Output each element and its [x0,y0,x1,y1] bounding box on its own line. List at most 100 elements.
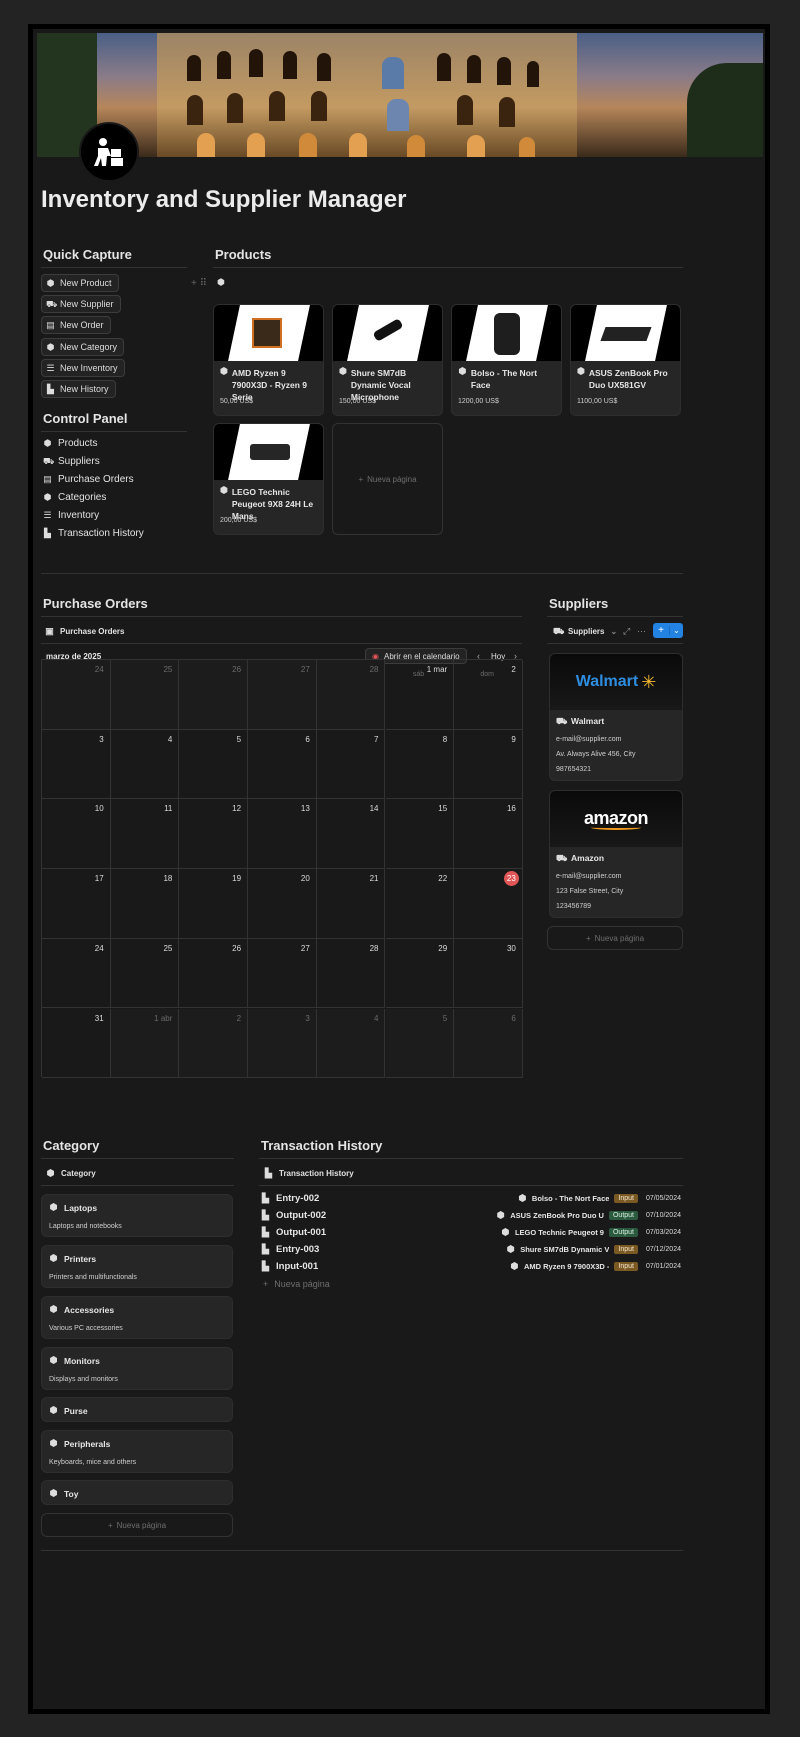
suppliers-new-page[interactable]: + Nueva página [547,926,683,950]
calendar-day-cell[interactable]: 16 [454,799,523,870]
expand-icon[interactable]: ⤢ [623,626,630,637]
category-card[interactable]: ⬢ Printers Printers and multifunctionals [41,1245,233,1288]
calendar-day-cell[interactable]: 24 [42,938,111,1009]
category-card[interactable]: ⬢ Purse [41,1397,233,1422]
suppliers-view-tab[interactable]: ⛟ Suppliers ⌄ [553,627,617,637]
transaction-row[interactable]: ▙ Entry-002 ⬢ Bolso - The Nort Face Input 07/… [261,1191,681,1207]
calendar-day-cell[interactable]: 21 [316,869,386,939]
calendar-day-cell[interactable]: 4 [110,729,180,800]
calendar-day-cell[interactable]: 25 [110,938,180,1009]
category-card[interactable]: ⬢ Peripherals Keyboards, mice and others [41,1430,233,1473]
page-title: Inventory and Supplier Manager [41,186,407,213]
nav-purchase-orders[interactable]: ▤ Purchase Orders [43,474,133,485]
calendar-day-number: 5 [236,734,242,744]
products-new-page[interactable]: + Nueva página [332,423,443,535]
product-card[interactable]: ⬢ ASUS ZenBook Pro Duo UX581GV 1100,00 US… [570,304,681,416]
calendar-day-cell[interactable]: 8 [385,729,455,800]
calendar-day-cell[interactable]: 2 [179,1008,249,1079]
category-card[interactable]: ⬢ Monitors Displays and monitors [41,1347,233,1390]
calendar-day-number: 4 [374,1013,379,1023]
calendar-day-cell[interactable]: 19 [179,869,249,939]
new-supplier-button[interactable]: ⛟ New Supplier [41,295,121,313]
calendar-day-cell[interactable]: 14 [316,799,386,870]
nav-products[interactable]: ⬢ Products [43,438,98,449]
transaction-row[interactable]: ▙ Input-001 ⬢ AMD Ryzen 9 7900X3D - Input 07/… [261,1259,681,1275]
calendar-day-cell[interactable]: 22 [385,869,455,939]
product-image [214,305,323,361]
calendar-day-number: 5 [442,1013,448,1023]
purchase-orders-view-tab[interactable]: ▣ Purchase Orders [45,626,124,637]
calendar-day-cell[interactable]: 6 [454,1008,523,1079]
nav-inventory[interactable]: ☰ Inventory [43,510,99,521]
calendar-day-cell[interactable]: 28 [316,660,386,730]
boxes-icon: ⬢ [46,341,55,352]
supplier-card[interactable]: Walmart ✳ ⛟ Walmart e-mail@supplier.com Av… [549,653,683,781]
calendar-day-cell[interactable]: 6 [248,729,317,800]
transaction-new-page[interactable]: + Nueva página [263,1279,330,1289]
nav-suppliers[interactable]: ⛟ Suppliers [43,456,100,467]
category-card[interactable]: ⬢ Laptops Laptops and notebooks [41,1194,233,1237]
transaction-row[interactable]: ▙ Output-002 ⬢ ASUS ZenBook Pro Duo U Output… [261,1208,681,1224]
calendar-day-cell[interactable]: 2 [454,660,523,730]
transaction-row[interactable]: ▙ Output-001 ⬢ LEGO Technic Peugeot 9 Output… [261,1225,681,1241]
calendar-day-number: 21 [369,874,379,884]
calendar-day-cell[interactable]: 17 [42,869,111,939]
products-heading: Products [215,247,272,262]
calendar-day-cell[interactable]: 27 [248,660,317,730]
calendar-day-cell[interactable]: 26 [179,660,249,730]
nav-transaction-history[interactable]: ▙ Transaction History [43,528,144,539]
calendar-day-cell[interactable]: 3 [42,729,111,800]
type-tag: Output [608,1228,638,1237]
calendar-day-cell[interactable]: 13 [248,799,317,870]
new-supplier-dropdown-button[interactable]: + ⌄ [653,623,683,638]
product-card[interactable]: ⬢ LEGO Technic Peugeot 9X8 24H Le Mans 20… [213,423,324,535]
product-card[interactable]: ⬢ Bolso - The Nort Face 1200,00 US$ [451,304,562,416]
nav-categories[interactable]: ⬢ Categories [43,492,107,503]
calendar-day-number: 25 [163,665,173,674]
calendar-day-cell[interactable]: 23 [454,869,523,939]
calendar-day-cell[interactable]: 12 [179,799,249,870]
transaction-row[interactable]: ▙ Entry-003 ⬢ Shure SM7dB Dynamic V Input 07/… [261,1242,681,1258]
new-inventory-button[interactable]: ☰ New Inventory [41,359,125,377]
category-card[interactable]: ⬢ Accessories Various PC accessories [41,1296,233,1339]
category-new-page[interactable]: + Nueva página [41,1513,233,1537]
add-block-handle[interactable]: + ⠿ [191,278,207,289]
category-view-tab[interactable]: ⬢ Category [46,1169,96,1179]
calendar-day-number: 22 [438,874,448,884]
product-card[interactable]: ⬢ Shure SM7dB Dynamic Vocal Microphone 15… [332,304,443,416]
calendar-day-cell[interactable]: 11 [110,799,180,870]
calendar-day-cell[interactable]: 15 [385,799,455,870]
receipt-icon: ▤ [46,319,55,330]
calendar-day-cell[interactable]: 10 [42,799,111,870]
new-history-button[interactable]: ▙ New History [41,380,116,398]
calendar-day-cell[interactable]: 3 [248,1008,317,1079]
calendar-day-cell[interactable]: 1 mar [385,660,455,730]
calendar-day-cell[interactable]: 9 [454,729,523,800]
new-product-button[interactable]: ⬢ New Product [41,274,119,292]
calendar-day-cell[interactable]: 29 [385,938,455,1009]
calendar-day-cell[interactable]: 25 [110,660,180,730]
calendar-day-cell[interactable]: 24 [42,660,111,730]
calendar-day-cell[interactable]: 28 [316,938,386,1009]
calendar-day-cell[interactable]: 26 [179,938,249,1009]
category-card[interactable]: ⬢ Toy [41,1480,233,1505]
history-icon: ▙ [262,1210,269,1220]
new-order-button[interactable]: ▤ New Order [41,316,111,334]
calendar-day-cell[interactable]: 20 [248,869,317,939]
calendar-day-cell[interactable]: 18 [110,869,180,939]
calendar-day-cell[interactable]: 30 [454,938,523,1009]
product-card[interactable]: ⬢ AMD Ryzen 9 7900X3D - Ryzen 9 Serie 50,… [213,304,324,416]
calendar-day-cell[interactable]: 1 abr [110,1008,180,1079]
calendar-icon: ▣ [45,626,54,636]
calendar-day-cell[interactable]: 5 [179,729,249,800]
supplier-card[interactable]: amazon ⛟ Amazon e-mail@supplier.com 123 F… [549,790,683,918]
calendar-day-cell[interactable]: 4 [316,1008,386,1079]
products-view-icon[interactable]: ⬢ [217,277,225,288]
calendar-day-cell[interactable]: 31 [42,1008,111,1079]
more-icon[interactable]: ··· [637,626,646,636]
calendar-day-cell[interactable]: 27 [248,938,317,1009]
calendar-day-cell[interactable]: 5 [385,1008,455,1079]
calendar-day-cell[interactable]: 7 [316,729,386,800]
new-category-button[interactable]: ⬢ New Category [41,338,125,356]
transaction-history-view-tab[interactable]: ▙ Transaction History [264,1169,354,1179]
